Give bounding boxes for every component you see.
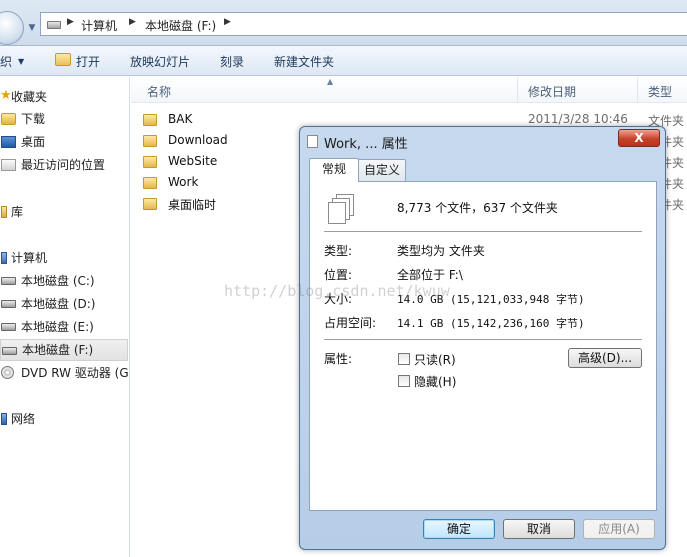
- tab-general[interactable]: 常规: [309, 158, 359, 182]
- back-button[interactable]: [0, 11, 24, 45]
- new-folder-button[interactable]: 新建文件夹: [274, 53, 334, 70]
- sidebar-item-label: 最近访问的位置: [21, 158, 106, 172]
- folder-icon: [143, 156, 157, 168]
- sidebar-item-label: 本地磁盘 (E:): [21, 320, 94, 334]
- sidebar-item-drive-e[interactable]: 本地磁盘 (E:): [0, 316, 128, 338]
- organize-button[interactable]: 织: [0, 53, 12, 70]
- sort-ascending-icon: ▲: [327, 77, 334, 86]
- divider: [324, 339, 642, 340]
- readonly-checkbox[interactable]: [398, 353, 410, 365]
- multiple-files-icon: [326, 194, 356, 226]
- size-on-disk-value: 14.1 GB (15,142,236,160 字节): [397, 317, 585, 330]
- folder-icon: [143, 114, 157, 126]
- breadcrumb-computer[interactable]: 计算机: [81, 17, 117, 34]
- sidebar-item-label: 桌面: [21, 135, 46, 149]
- breadcrumb-drive-f[interactable]: 本地磁盘 (F:): [145, 17, 216, 34]
- sidebar-item-desktop[interactable]: 桌面: [0, 131, 128, 153]
- history-dropdown-icon[interactable]: ▼: [26, 22, 38, 34]
- sidebar-item-label: 本地磁盘 (C:): [21, 274, 95, 288]
- type-value: 类型均为 文件夹: [397, 244, 485, 258]
- windows-drive-icon: [1, 277, 16, 285]
- sidebar-item-network[interactable]: 网络: [0, 408, 128, 430]
- folder-icon: [143, 135, 157, 147]
- slideshow-button[interactable]: 放映幻灯片: [130, 53, 190, 70]
- dvd-drive-icon: [1, 366, 14, 379]
- desktop-icon: [1, 136, 16, 148]
- drive-icon: [1, 323, 16, 331]
- navigation-pane: ★ 收藏夹 下载 桌面 最近访问的位置 库 计算机 本地磁盘 (C:) 本地磁盘…: [0, 77, 130, 557]
- open-button[interactable]: 打开: [76, 53, 100, 70]
- readonly-label[interactable]: 只读(R): [414, 351, 456, 368]
- location-label: 位置:: [324, 268, 353, 282]
- chevron-down-icon[interactable]: ▼: [18, 57, 24, 66]
- hidden-label[interactable]: 隐藏(H): [414, 373, 456, 390]
- type-label: 类型:: [324, 244, 353, 258]
- address-bar: ▼ ▶ 计算机 ▶ 本地磁盘 (F:) ▶: [0, 0, 687, 46]
- path-box[interactable]: ▶ 计算机 ▶ 本地磁盘 (F:) ▶: [40, 12, 687, 36]
- selection-summary: 8,773 个文件，637 个文件夹: [397, 201, 558, 215]
- command-bar: 织 ▼ 打开 放映幻灯片 刻录 新建文件夹: [0, 46, 687, 76]
- file-name: 桌面临时: [168, 198, 217, 212]
- location-value: 全部位于 F:\: [397, 268, 463, 282]
- folder-icon: [143, 177, 157, 189]
- library-icon: [1, 206, 7, 218]
- sidebar-item-drive-f[interactable]: 本地磁盘 (F:): [0, 339, 128, 361]
- chevron-right-icon[interactable]: ▶: [129, 17, 136, 27]
- sidebar-item-downloads[interactable]: 下载: [0, 108, 128, 130]
- open-folder-icon: [55, 53, 71, 66]
- column-divider[interactable]: [637, 77, 638, 103]
- column-date[interactable]: 修改日期: [528, 83, 576, 100]
- drive-icon: [1, 300, 16, 308]
- chevron-right-icon[interactable]: ▶: [67, 17, 74, 27]
- hidden-checkbox[interactable]: [398, 375, 410, 387]
- chevron-right-icon[interactable]: ▶: [224, 17, 231, 27]
- advanced-button[interactable]: 高级(D)...: [568, 348, 642, 368]
- properties-dialog: Work, ... 属性 X 常规 自定义 8,773 个文件，637 个文件夹…: [299, 126, 666, 550]
- drive-icon: [2, 347, 17, 355]
- tab-customize[interactable]: 自定义: [358, 159, 406, 181]
- file-name: Work: [168, 175, 199, 189]
- sidebar-item-drive-c[interactable]: 本地磁盘 (C:): [0, 270, 128, 292]
- file-date: 2011/3/28 10:46: [528, 112, 628, 126]
- burn-button[interactable]: 刻录: [220, 53, 244, 70]
- file-name: BAK: [168, 112, 193, 126]
- ok-button[interactable]: 确定: [423, 519, 495, 539]
- sidebar-item-favorites[interactable]: ★ 收藏夹: [0, 86, 128, 108]
- drive-icon: [47, 21, 61, 29]
- recent-places-icon: [1, 159, 16, 171]
- divider: [324, 231, 642, 232]
- size-on-disk-label: 占用空间:: [324, 316, 377, 330]
- sidebar-item-label: DVD RW 驱动器 (G: [21, 366, 129, 380]
- attributes-label: 属性:: [324, 352, 353, 366]
- file-name: WebSite: [168, 154, 218, 168]
- folder-properties-icon: [307, 135, 318, 148]
- sidebar-item-label: 收藏夹: [11, 90, 48, 104]
- apply-button[interactable]: 应用(A): [583, 519, 655, 539]
- column-header: ▲ 名称 修改日期 类型: [131, 77, 687, 103]
- sidebar-item-recent[interactable]: 最近访问的位置: [0, 154, 128, 176]
- sidebar-item-label: 计算机: [11, 251, 48, 265]
- sidebar-item-libraries[interactable]: 库: [0, 201, 128, 223]
- general-panel: 8,773 个文件，637 个文件夹 类型: 类型均为 文件夹 位置: 全部位于…: [309, 181, 657, 511]
- computer-icon: [1, 252, 7, 264]
- watermark: http://blog.csdn.net/kwuw: [224, 282, 450, 300]
- network-icon: [1, 413, 7, 425]
- sidebar-item-drive-d[interactable]: 本地磁盘 (D:): [0, 293, 128, 315]
- sidebar-item-dvd[interactable]: DVD RW 驱动器 (G: [0, 362, 129, 384]
- sidebar-item-label: 网络: [11, 412, 36, 426]
- folder-icon: [143, 198, 157, 210]
- column-name[interactable]: 名称: [147, 83, 171, 100]
- file-name: Download: [168, 133, 228, 147]
- sidebar-item-label: 下载: [21, 112, 46, 126]
- close-button[interactable]: X: [618, 129, 660, 147]
- column-type[interactable]: 类型: [648, 83, 672, 100]
- column-divider[interactable]: [517, 77, 518, 103]
- sidebar-item-computer[interactable]: 计算机: [0, 247, 128, 269]
- dialog-title: Work, ... 属性: [324, 137, 408, 152]
- cancel-button[interactable]: 取消: [503, 519, 575, 539]
- sidebar-item-label: 本地磁盘 (D:): [21, 297, 96, 311]
- sidebar-item-label: 库: [11, 205, 24, 219]
- downloads-folder-icon: [1, 113, 16, 125]
- sidebar-item-label: 本地磁盘 (F:): [22, 343, 94, 357]
